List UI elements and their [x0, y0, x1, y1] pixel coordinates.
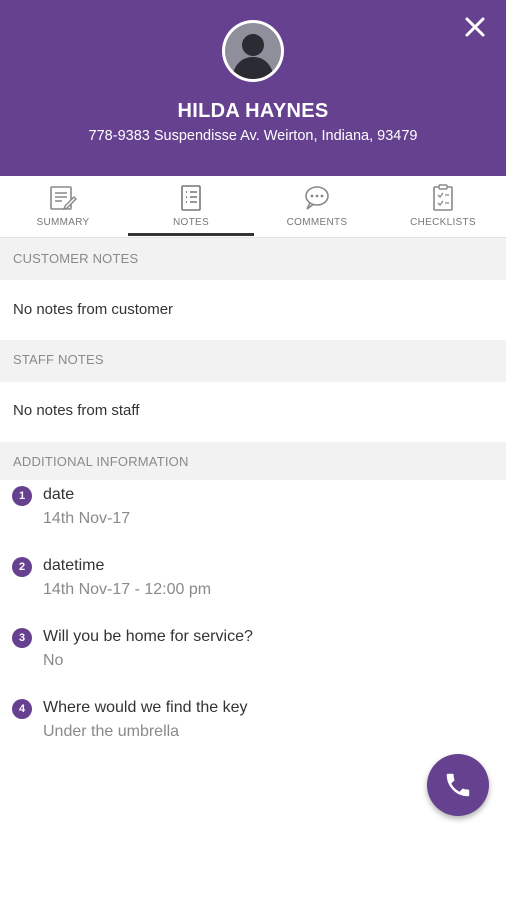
customer-name: HILDA HAYNES: [177, 100, 329, 122]
summary-icon: [50, 186, 77, 211]
info-item: 4 Where would we find the key Under the …: [0, 699, 506, 759]
staff-notes-text: No notes from staff: [13, 402, 140, 419]
customer-notes-text: No notes from customer: [13, 301, 174, 318]
tab-checklists-label: CHECKLISTS: [410, 217, 476, 228]
tab-summary-label: SUMMARY: [36, 217, 90, 228]
info-label: datetime: [43, 557, 105, 574]
profile-header: HILDA HAYNES 778-9383 Suspendisse Av. We…: [0, 0, 506, 176]
info-value: 14th Nov-17: [43, 510, 131, 527]
staff-notes-header: STAFF NOTES: [0, 340, 506, 382]
customer-notes-row: No notes from customer: [0, 280, 506, 340]
call-button[interactable]: [427, 754, 489, 816]
tab-summary[interactable]: SUMMARY: [0, 176, 126, 237]
notes-icon: [181, 185, 201, 211]
tab-comments-label: COMMENTS: [286, 217, 348, 228]
comments-icon: [305, 186, 329, 210]
avatar: [222, 20, 284, 82]
info-label: date: [43, 486, 75, 503]
info-item: 1 date 14th Nov-17: [0, 486, 506, 546]
checklists-icon: [433, 184, 453, 211]
close-icon[interactable]: [462, 14, 488, 40]
info-number-badge: 2: [12, 557, 32, 577]
info-label: Will you be home for service?: [43, 628, 253, 645]
info-value: No: [43, 652, 64, 669]
info-number-badge: 3: [12, 628, 32, 648]
info-number-badge: 4: [12, 699, 32, 719]
tab-notes-label: NOTES: [173, 217, 209, 228]
customer-notes-title: CUSTOMER NOTES: [13, 251, 139, 266]
info-value: Under the umbrella: [43, 723, 180, 740]
tab-checklists[interactable]: CHECKLISTS: [380, 176, 506, 237]
user-silhouette-icon: [225, 23, 281, 79]
customer-notes-header: CUSTOMER NOTES: [0, 238, 506, 280]
info-item: 3 Will you be home for service? No: [0, 628, 506, 688]
info-label: Where would we find the key: [43, 699, 248, 716]
active-tab-indicator: [128, 233, 254, 236]
close-button[interactable]: [462, 14, 488, 40]
additional-info-title: ADDITIONAL INFORMATION: [13, 454, 189, 469]
phone-icon: [446, 773, 470, 797]
tab-comments[interactable]: COMMENTS: [254, 176, 380, 237]
tab-bar: SUMMARY NOTES COMMENTS CHECKLISTS: [0, 176, 506, 238]
tab-notes[interactable]: NOTES: [128, 176, 254, 237]
staff-notes-row: No notes from staff: [0, 382, 506, 442]
staff-notes-title: STAFF NOTES: [13, 352, 104, 367]
additional-info-header: ADDITIONAL INFORMATION: [0, 442, 506, 480]
info-number-badge: 1: [12, 486, 32, 506]
customer-address: 778-9383 Suspendisse Av. Weirton, Indian…: [88, 128, 418, 144]
info-item: 2 datetime 14th Nov-17 - 12:00 pm: [0, 557, 506, 617]
info-value: 14th Nov-17 - 12:00 pm: [43, 581, 212, 598]
